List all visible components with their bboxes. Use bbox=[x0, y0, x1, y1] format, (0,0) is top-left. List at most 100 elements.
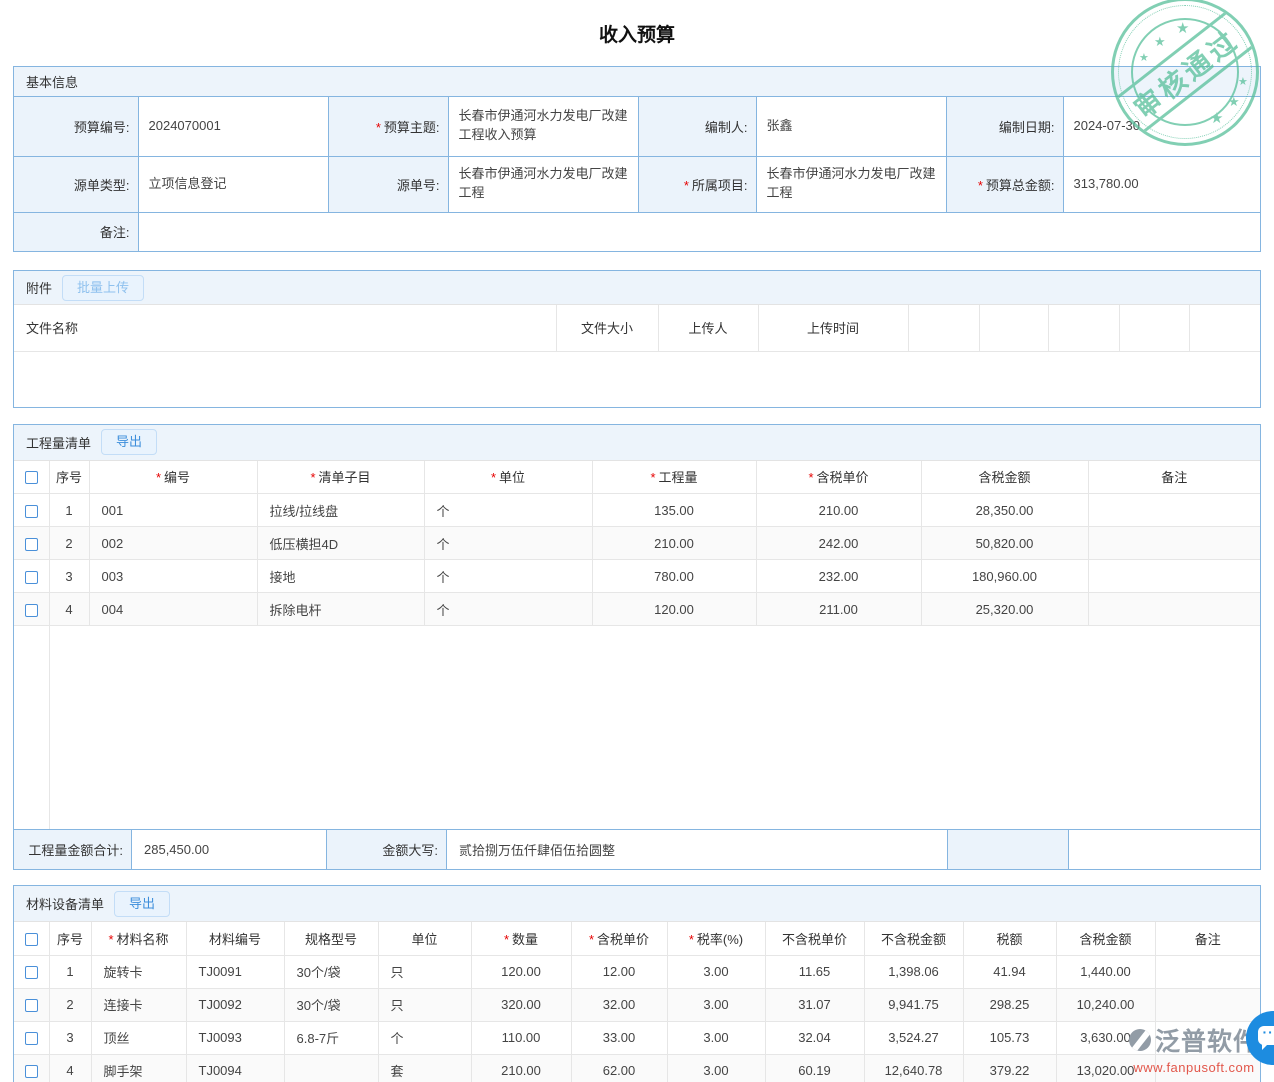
total-amount-sum-label: 工程量金额合计: bbox=[14, 830, 131, 869]
required-asterisk: * bbox=[156, 470, 161, 485]
cell-qty: 780.00 bbox=[592, 560, 756, 593]
material-row: 1 旋转卡 TJ0091 30个/袋 只 120.00 12.00 3.00 1… bbox=[14, 955, 1260, 988]
subject-label-text: 预算主题: bbox=[384, 120, 440, 135]
basic-info-row: 备注: bbox=[14, 212, 1260, 251]
cell-unit: 个 bbox=[424, 593, 592, 626]
cell-amount: 180,960.00 bbox=[921, 560, 1088, 593]
cell-tax-rate: 3.00 bbox=[667, 1021, 765, 1054]
row-checkbox[interactable] bbox=[25, 1065, 38, 1078]
col-header-empty bbox=[1189, 305, 1260, 351]
cell-remark bbox=[1155, 955, 1260, 988]
col-header-material-code: 材料编号 bbox=[186, 922, 284, 955]
required-asterisk: * bbox=[491, 470, 496, 485]
cell-qty: 210.00 bbox=[592, 527, 756, 560]
select-all-checkbox[interactable] bbox=[25, 933, 38, 946]
row-checkbox[interactable] bbox=[25, 571, 38, 584]
required-asterisk: * bbox=[650, 470, 655, 485]
col-header-qty: *数量 bbox=[471, 922, 571, 955]
material-list-header: 材料设备清单 导出 bbox=[14, 886, 1260, 922]
cell-amount: 10,240.00 bbox=[1056, 988, 1155, 1021]
subject-value: 长春市伊通河水力发电厂改建工程收入预算 bbox=[448, 97, 638, 156]
quantity-list-header: 工程量清单 导出 bbox=[14, 425, 1260, 461]
col-header-price: *含税单价 bbox=[571, 922, 667, 955]
cell-no: 2 bbox=[49, 527, 89, 560]
basic-info-header: 基本信息 bbox=[14, 67, 1260, 97]
material-list-section: 材料设备清单 导出 序号 *材料名称 材料编号 规格型号 单位 *数量 *含税单… bbox=[13, 885, 1261, 1082]
cell-tax-rate: 3.00 bbox=[667, 955, 765, 988]
cell-unit: 只 bbox=[378, 955, 471, 988]
col-header-empty bbox=[1119, 305, 1189, 351]
cell-code: TJ0092 bbox=[186, 988, 284, 1021]
cell-qty: 210.00 bbox=[471, 1054, 571, 1082]
row-checkbox[interactable] bbox=[25, 999, 38, 1012]
cell-name: 顶丝 bbox=[91, 1021, 186, 1054]
row-checkbox[interactable] bbox=[25, 1032, 38, 1045]
material-export-button[interactable]: 导出 bbox=[114, 891, 170, 917]
chat-bubble-icon bbox=[1258, 1026, 1274, 1045]
subject-label: *预算主题: bbox=[328, 97, 448, 156]
cell-tax: 41.94 bbox=[963, 955, 1056, 988]
quantity-table: 序号 *编号 *清单子目 *单位 *工程量 *含税单价 含税金额 备注 1 00… bbox=[14, 461, 1260, 627]
row-checkbox[interactable] bbox=[25, 538, 38, 551]
material-row: 3 顶丝 TJ0093 6.8-7斤 个 110.00 33.00 3.00 3… bbox=[14, 1021, 1260, 1054]
page: 收入预算 审核通过 ★ ★ ★ ★ ★ ★ 基本信息 预算编号: 2024070… bbox=[0, 0, 1274, 1082]
col-header-file-name: 文件名称 bbox=[14, 305, 556, 351]
basic-info-title: 基本信息 bbox=[26, 72, 78, 91]
select-all-cell bbox=[14, 922, 49, 955]
cell-item: 低压横担4D bbox=[257, 527, 424, 560]
cell-item: 拉线/拉线盘 bbox=[257, 494, 424, 527]
cell-price: 242.00 bbox=[756, 527, 921, 560]
total-amount-label: *预算总金额: bbox=[946, 156, 1063, 212]
quantity-row: 3 003 接地 个 780.00 232.00 180,960.00 bbox=[14, 560, 1260, 593]
cell-qty: 120.00 bbox=[471, 955, 571, 988]
required-asterisk: * bbox=[376, 120, 381, 135]
total-amount-label-text: 预算总金额: bbox=[986, 178, 1055, 193]
row-checkbox[interactable] bbox=[25, 604, 38, 617]
attachments-table: 文件名称 文件大小 上传人 上传时间 bbox=[14, 305, 1260, 352]
col-header-remark: 备注 bbox=[1155, 922, 1260, 955]
cell-price: 211.00 bbox=[756, 593, 921, 626]
cell-item: 拆除电杆 bbox=[257, 593, 424, 626]
select-all-checkbox[interactable] bbox=[25, 471, 38, 484]
cell-spec bbox=[284, 1054, 378, 1082]
quantity-row: 1 001 拉线/拉线盘 个 135.00 210.00 28,350.00 bbox=[14, 494, 1260, 527]
cell-unit: 个 bbox=[378, 1021, 471, 1054]
cell-no: 2 bbox=[49, 988, 91, 1021]
cell-remark bbox=[1088, 560, 1260, 593]
required-asterisk: * bbox=[978, 178, 983, 193]
required-asterisk: * bbox=[684, 178, 689, 193]
attachments-header: 附件 批量上传 bbox=[14, 271, 1260, 305]
cell-price: 33.00 bbox=[571, 1021, 667, 1054]
row-checkbox[interactable] bbox=[25, 966, 38, 979]
attachments-header-row: 文件名称 文件大小 上传人 上传时间 bbox=[14, 305, 1260, 351]
col-header-empty bbox=[1048, 305, 1119, 351]
basic-info-section: 基本信息 预算编号: 2024070001 *预算主题: 长春市伊通河水力发电厂… bbox=[13, 66, 1261, 252]
creator-label: 编制人: bbox=[638, 97, 756, 156]
quantity-export-button[interactable]: 导出 bbox=[101, 429, 157, 455]
row-checkbox[interactable] bbox=[25, 505, 38, 518]
required-asterisk: * bbox=[108, 932, 113, 947]
quantity-summary-row: 工程量金额合计: 285,450.00 金额大写: 贰拾捌万伍仟肆佰伍拾圆整 bbox=[14, 829, 1260, 869]
cell-amount: 28,350.00 bbox=[921, 494, 1088, 527]
cell-name: 连接卡 bbox=[91, 988, 186, 1021]
col-header-item-text: 清单子目 bbox=[319, 470, 371, 485]
cell-qty: 110.00 bbox=[471, 1021, 571, 1054]
col-header-amount: 含税金额 bbox=[1056, 922, 1155, 955]
basic-info-table: 预算编号: 2024070001 *预算主题: 长春市伊通河水力发电厂改建工程收… bbox=[14, 97, 1260, 251]
project-label: *所属项目: bbox=[638, 156, 756, 212]
material-table: 序号 *材料名称 材料编号 规格型号 单位 *数量 *含税单价 *税率(%) 不… bbox=[14, 922, 1260, 1082]
page-title: 收入预算 bbox=[0, 0, 1274, 42]
date-value: 2024-07-30 bbox=[1063, 97, 1260, 156]
amount-in-words-label: 金额大写: bbox=[326, 830, 446, 869]
cell-unit: 只 bbox=[378, 988, 471, 1021]
batch-upload-button[interactable]: 批量上传 bbox=[62, 275, 144, 301]
quantity-list-title: 工程量清单 bbox=[26, 433, 91, 452]
quantity-row: 2 002 低压横担4D 个 210.00 242.00 50,820.00 bbox=[14, 527, 1260, 560]
cell-code: 004 bbox=[89, 593, 257, 626]
col-header-remark: 备注 bbox=[1088, 461, 1260, 494]
quantity-list-section: 工程量清单 导出 序号 *编号 *清单子目 *单位 *工程量 *含税单价 含税金… bbox=[13, 424, 1261, 871]
cell-code: TJ0093 bbox=[186, 1021, 284, 1054]
cell-amount-ex: 12,640.78 bbox=[864, 1054, 963, 1082]
cell-no: 1 bbox=[49, 494, 89, 527]
cell-remark bbox=[1088, 494, 1260, 527]
